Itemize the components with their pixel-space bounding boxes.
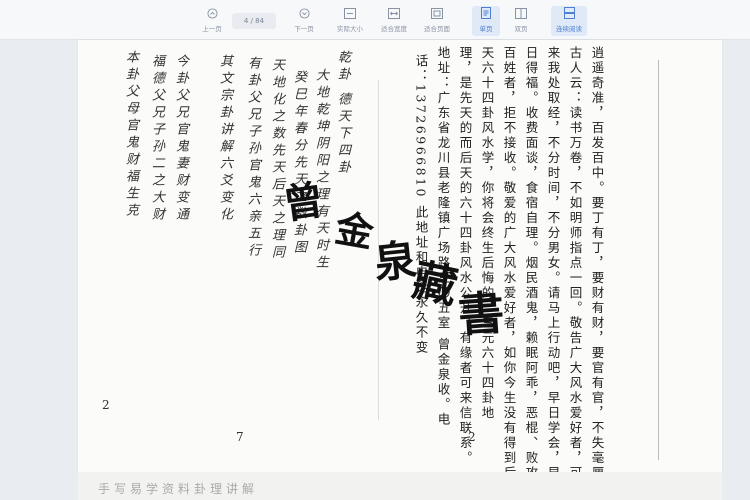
- double-page-icon: [514, 6, 528, 20]
- page-indicator-text: 4 / 84: [243, 17, 265, 25]
- page-indicator[interactable]: 4 / 84: [232, 13, 276, 29]
- prev-page-label: 上一页: [202, 25, 222, 33]
- single-page-label: 单页: [479, 25, 493, 33]
- left-page-number-mid: 7: [236, 430, 244, 444]
- single-page-icon: [479, 6, 493, 20]
- fit-width-label: 适合宽度: [381, 25, 407, 33]
- next-page-preview-text: 手写易学资料卦理讲解: [98, 482, 259, 496]
- double-page-button[interactable]: 双页: [507, 6, 535, 36]
- left-col-8: 福德父兄子孙二之大财: [149, 54, 164, 224]
- left-col-6: 其文宗卦讲解六爻变化: [217, 54, 232, 224]
- right-col-5: 百姓者，拒不接收。敬爱的广大风水爱好者，如你今生没有得到后: [501, 46, 517, 472]
- left-col-5: 有卦父兄子孙官鬼六亲五行: [245, 56, 260, 260]
- left-page-number: 2: [102, 398, 110, 412]
- viewer-toolbar: 上一页 4 / 84 下一页 实际大小 适合宽度 适合页面 单页 双页 连续阅读: [0, 0, 750, 40]
- seal-char-2: 金: [331, 204, 378, 256]
- left-col-9: 本卦父母官鬼财福生克: [123, 50, 138, 220]
- next-page-preview: 手写易学资料卦理讲解: [78, 472, 722, 500]
- fit-page-icon: [430, 6, 444, 20]
- document-page: 逍遥奇准，百发百中。要丁有丁，要财有财，要官有官，不失毫厘。 古人云：读书万卷，…: [78, 40, 722, 472]
- right-col-2: 古人云：读书万卷，不如明师指点一回。敬告广大风水爱好者，可: [567, 46, 583, 472]
- right-col-1: 逍遥奇准，百发百中。要丁有丁，要财有财，要官有官，不失毫厘。: [589, 46, 605, 472]
- chevron-down-icon: [297, 6, 311, 20]
- fit-width-button[interactable]: 适合宽度: [378, 6, 410, 36]
- prev-page-button[interactable]: 上一页: [196, 6, 228, 36]
- continuous-icon: [562, 6, 576, 20]
- seal-char-1: 曾: [280, 176, 327, 229]
- continuous-read-button[interactable]: 连续阅读: [551, 6, 587, 36]
- left-col-7: 今卦父兄官鬼妻财变通: [173, 54, 188, 224]
- chevron-up-icon: [205, 6, 219, 20]
- next-page-label: 下一页: [294, 25, 314, 33]
- right-col-8: 地址：广东省龙川县老隆镇广场路三〇五室 曾金泉收。电: [435, 46, 451, 428]
- actual-size-icon: [343, 6, 357, 20]
- next-page-button[interactable]: 下一页: [288, 6, 320, 36]
- single-page-button[interactable]: 单页: [472, 6, 500, 36]
- fit-page-label: 适合页面: [424, 25, 450, 33]
- actual-size-button[interactable]: 实际大小: [334, 6, 366, 36]
- fit-page-button[interactable]: 适合页面: [421, 6, 453, 36]
- page-edge-line: [658, 60, 659, 460]
- right-col-6: 天六十四卦风水学，你将会终生后悔的，三元六十四卦地: [479, 46, 495, 421]
- continuous-label: 连续阅读: [556, 25, 582, 33]
- double-page-label: 双页: [514, 25, 528, 33]
- left-col-4: 天地化之数先天后天之理同: [269, 58, 284, 262]
- seal-char-3: 泉: [371, 234, 419, 289]
- actual-size-label: 实际大小: [337, 25, 363, 33]
- left-col-1: 乾卦 德天下四卦: [335, 50, 350, 178]
- right-col-3: 来我处取经，不分时间，不分男女。请马上行动吧，早日学会，早: [545, 46, 561, 472]
- right-page-number: 2: [468, 430, 476, 444]
- fit-width-icon: [387, 6, 401, 20]
- right-col-4: 日得福。收费面谈，食宿自理。烟民酒鬼，赖眠阿乖，恶棍、败攻: [523, 46, 539, 472]
- seal-char-5: 書: [456, 285, 507, 343]
